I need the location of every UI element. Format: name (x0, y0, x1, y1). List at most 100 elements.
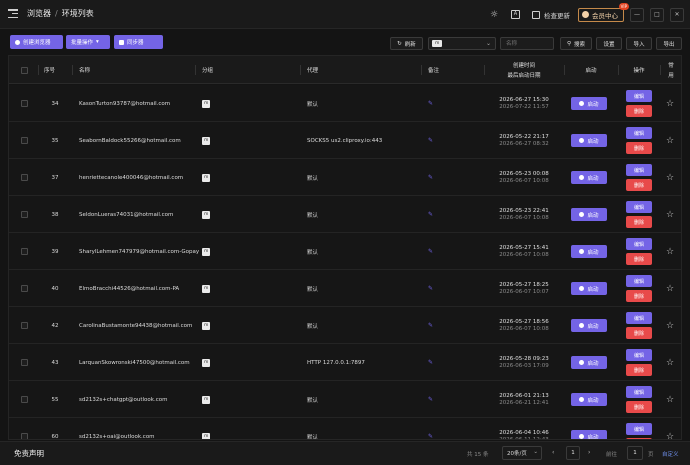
edit-note-icon[interactable]: ✎ (428, 322, 433, 329)
edit-button[interactable]: 编辑 (626, 312, 652, 324)
row-checkbox[interactable] (21, 396, 28, 403)
delete-button[interactable]: 删除 (626, 142, 652, 154)
select-all-checkbox[interactable] (21, 66, 28, 74)
breadcrumb-root[interactable]: 浏览器 (27, 9, 51, 18)
name-search-input[interactable] (500, 37, 554, 50)
edit-button[interactable]: 编辑 (626, 386, 652, 398)
translate-icon[interactable]: A (511, 10, 520, 19)
row-checkbox[interactable] (21, 248, 28, 255)
star-icon[interactable]: ☆ (666, 358, 674, 368)
import-button[interactable]: 导入 (626, 37, 652, 50)
search-button[interactable]: ⚲ 搜索 (560, 37, 592, 50)
table-row[interactable]: 35 SeabornBaldock55266@hotmail.com m SOCKS5… (9, 122, 681, 159)
minimize-button[interactable]: — (630, 7, 644, 22)
edit-note-icon[interactable]: ✎ (428, 174, 433, 181)
edit-note-icon[interactable]: ✎ (428, 100, 433, 107)
edit-button[interactable]: 编辑 (626, 201, 652, 213)
menu-toggle-icon[interactable] (8, 9, 18, 19)
col-created[interactable]: 创建时间 最后启动日期 (489, 56, 559, 84)
row-times: 2026-05-27 15:41 2026-06-07 10:08 (489, 233, 559, 270)
start-button[interactable]: 启动 (571, 134, 607, 147)
start-button[interactable]: 启动 (571, 171, 607, 184)
row-checkbox[interactable] (21, 322, 28, 329)
page-size-select[interactable]: 20条/页 ⌄ (502, 446, 542, 460)
table-row[interactable]: 42 CarolinaBustamonte94438@hotmail.com m 默认… (9, 307, 681, 344)
row-checkbox[interactable] (21, 137, 28, 144)
table-row[interactable]: 40 ElmoBracchi44526@hotmail.com-PA m 默认 ✎ 202… (9, 270, 681, 307)
goto-page-input[interactable]: 1 (627, 446, 643, 460)
disclaimer-link[interactable]: 免责声明 (14, 448, 44, 459)
prev-page-button[interactable]: ‹ (552, 449, 554, 456)
close-button[interactable]: ✕ (670, 7, 684, 22)
table-row[interactable]: 60 sd2132s+oai@outlook.com m 默认 ✎ 2026-06-04 … (9, 418, 681, 440)
star-icon[interactable]: ☆ (666, 321, 674, 331)
edit-note-icon[interactable]: ✎ (428, 433, 433, 439)
edit-note-icon[interactable]: ✎ (428, 396, 433, 403)
delete-button[interactable]: 删除 (626, 179, 652, 191)
table-row[interactable]: 34 KasonTurton93787@hotmail.com m 默认 ✎ 2026-0… (9, 85, 681, 122)
start-button[interactable]: 启动 (571, 319, 607, 332)
row-checkbox[interactable] (21, 100, 28, 107)
star-icon[interactable]: ☆ (666, 210, 674, 220)
table-row[interactable]: 39 SharylLehmen747979@hotmail.com-Gopay m 默… (9, 233, 681, 270)
delete-button[interactable]: 删除 (626, 438, 652, 439)
create-browser-button[interactable]: 创建浏览器 (10, 35, 63, 49)
edit-button[interactable]: 编辑 (626, 275, 652, 287)
start-button[interactable]: 启动 (571, 245, 607, 258)
theme-toggle-icon[interactable]: ☼ (489, 10, 499, 20)
row-checkbox[interactable] (21, 285, 28, 292)
start-button[interactable]: 启动 (571, 208, 607, 221)
check-update-button[interactable]: 检查更新 (532, 10, 570, 20)
star-icon[interactable]: ☆ (666, 136, 674, 146)
delete-button[interactable]: 删除 (626, 253, 652, 265)
star-icon[interactable]: ☆ (666, 99, 674, 109)
star-icon[interactable]: ☆ (666, 432, 674, 440)
col-index[interactable]: 序号 (44, 56, 55, 84)
export-button[interactable]: 导出 (656, 37, 682, 50)
table-row[interactable]: 55 sd2132s+chatgpt@outlook.com m 默认 ✎ 2026-06… (9, 381, 681, 418)
edit-button[interactable]: 编辑 (626, 164, 652, 176)
edit-button[interactable]: 编辑 (626, 127, 652, 139)
edit-note-icon[interactable]: ✎ (428, 248, 433, 255)
row-checkbox[interactable] (21, 211, 28, 218)
row-checkbox[interactable] (21, 174, 28, 181)
start-button[interactable]: 启动 (571, 430, 607, 439)
edit-note-icon[interactable]: ✎ (428, 285, 433, 292)
start-button[interactable]: 启动 (571, 356, 607, 369)
edit-button[interactable]: 编辑 (626, 238, 652, 250)
page-number-current[interactable]: 1 (566, 446, 580, 460)
table-row[interactable]: 38 SeldonLueras74031@hotmail.com m 默认 ✎ 2026-… (9, 196, 681, 233)
table-row[interactable]: 37 henriettecanole400046@hotmail.com m 默认 ✎ 2… (9, 159, 681, 196)
star-icon[interactable]: ☆ (666, 173, 674, 183)
vip-center-button[interactable]: 会员中心 VIP (578, 2, 629, 22)
delete-button[interactable]: 删除 (626, 290, 652, 302)
row-checkbox[interactable] (21, 433, 28, 439)
edit-button[interactable]: 编辑 (626, 423, 652, 435)
edit-button[interactable]: 编辑 (626, 349, 652, 361)
delete-button[interactable]: 删除 (626, 364, 652, 376)
delete-button[interactable]: 删除 (626, 105, 652, 117)
delete-button[interactable]: 删除 (626, 401, 652, 413)
edit-note-icon[interactable]: ✎ (428, 137, 433, 144)
start-button[interactable]: 启动 (571, 282, 607, 295)
star-icon[interactable]: ☆ (666, 284, 674, 294)
edit-button[interactable]: 编辑 (626, 90, 652, 102)
refresh-button[interactable]: ↻ 刷新 (390, 37, 423, 50)
custom-link[interactable]: 自定义 (662, 450, 679, 458)
next-page-button[interactable]: › (588, 449, 590, 456)
delete-button[interactable]: 删除 (626, 216, 652, 228)
start-button[interactable]: 启动 (571, 97, 607, 110)
row-checkbox[interactable] (21, 359, 28, 366)
edit-note-icon[interactable]: ✎ (428, 359, 433, 366)
star-icon[interactable]: ☆ (666, 247, 674, 257)
sync-button[interactable]: 同步器 (114, 35, 163, 49)
batch-ops-button[interactable]: 批量操作 ▾ (66, 35, 110, 49)
group-select[interactable]: m ⌄ (428, 37, 496, 50)
start-button[interactable]: 启动 (571, 393, 607, 406)
table-row[interactable]: 43 LarquanSkowronski47500@hotmail.com m HTT… (9, 344, 681, 381)
maximize-button[interactable]: □ (650, 7, 664, 22)
star-icon[interactable]: ☆ (666, 395, 674, 405)
settings-button[interactable]: 设置 (596, 37, 622, 50)
delete-button[interactable]: 删除 (626, 327, 652, 339)
edit-note-icon[interactable]: ✎ (428, 211, 433, 218)
